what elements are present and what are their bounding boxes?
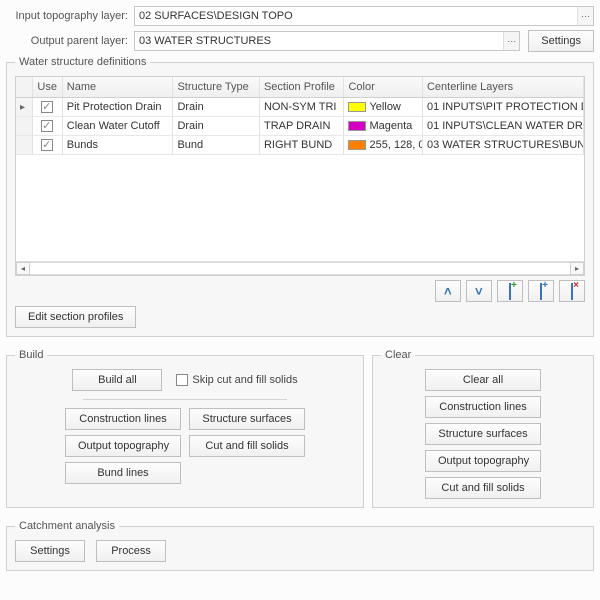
scroll-track[interactable] (30, 262, 570, 275)
catchment-settings-button[interactable]: Settings (15, 540, 85, 562)
color-name: 255, 128, 0 (369, 139, 422, 151)
cell-use[interactable] (32, 98, 62, 117)
color-swatch-icon (348, 140, 366, 150)
col-section-profile[interactable]: Section Profile (259, 77, 344, 97)
cell-type[interactable]: Bund (173, 135, 260, 154)
clear-group: Clear Clear all Construction lines Struc… (372, 349, 594, 508)
cell-use[interactable] (32, 116, 62, 135)
settings-button[interactable]: Settings (528, 30, 594, 52)
cell-type[interactable]: Drain (173, 116, 260, 135)
scroll-right-icon[interactable]: ▸ (570, 262, 584, 275)
row-indicator: ▸ (16, 98, 32, 117)
cell-centerline[interactable]: 01 INPUTS\PIT PROTECTION DRAIN (422, 98, 583, 117)
color-swatch-icon (348, 102, 366, 112)
clear-cut-and-fill-button[interactable]: Cut and fill solids (425, 477, 541, 499)
divider (83, 399, 287, 400)
output-parent-combo[interactable]: ⋯ (134, 31, 520, 51)
checkbox-icon (41, 120, 53, 132)
color-name: Yellow (369, 101, 400, 113)
build-construction-lines-button[interactable]: Construction lines (65, 408, 181, 430)
build-bund-lines-button[interactable]: Bund lines (65, 462, 181, 484)
cell-section[interactable]: NON-SYM TRI (259, 98, 344, 117)
row-indicator (16, 116, 32, 135)
cell-name[interactable]: Bunds (62, 135, 173, 154)
table-add-icon: + (509, 284, 511, 299)
insert-row-button[interactable]: + (528, 280, 554, 302)
clear-legend: Clear (381, 349, 415, 361)
output-parent-label: Output parent layer: (6, 35, 134, 47)
cell-name[interactable]: Clean Water Cutoff (62, 116, 173, 135)
table-delete-icon: × (571, 284, 573, 299)
cell-color[interactable]: 255, 128, 0 (344, 135, 422, 154)
cell-type[interactable]: Drain (173, 98, 260, 117)
cell-use[interactable] (32, 135, 62, 154)
output-parent-field[interactable] (134, 31, 520, 51)
input-topography-combo[interactable]: ⋯ (134, 6, 594, 26)
table-row[interactable]: Clean Water Cutoff Drain TRAP DRAIN Mage… (16, 116, 584, 135)
color-name: Magenta (369, 120, 412, 132)
build-output-topography-button[interactable]: Output topography (65, 435, 181, 457)
build-group: Build Build all Skip cut and fill solids… (6, 349, 364, 508)
cell-color[interactable]: Magenta (344, 116, 422, 135)
table-insert-icon: + (540, 284, 542, 299)
skip-cut-fill-label: Skip cut and fill solids (192, 374, 297, 386)
table-row[interactable]: Bunds Bund RIGHT BUND 255, 128, 0 03 WAT… (16, 135, 584, 154)
checkbox-icon (41, 139, 53, 151)
clear-construction-lines-button[interactable]: Construction lines (425, 396, 541, 418)
skip-cut-fill-checkbox[interactable]: Skip cut and fill solids (176, 374, 297, 386)
cell-name[interactable]: Pit Protection Drain (62, 98, 173, 117)
cell-color[interactable]: Yellow (344, 98, 422, 117)
catchment-legend: Catchment analysis (15, 520, 119, 532)
build-structure-surfaces-button[interactable]: Structure surfaces (189, 408, 305, 430)
build-all-button[interactable]: Build all (72, 369, 162, 391)
definitions-legend: Water structure definitions (15, 56, 150, 68)
cell-centerline[interactable]: 03 WATER STRUCTURES\BUND LINES (422, 135, 583, 154)
grid-horizontal-scrollbar[interactable]: ◂ ▸ (16, 261, 584, 275)
cell-centerline[interactable]: 01 INPUTS\CLEAN WATER DRAIN (422, 116, 583, 135)
input-topography-label: Input topography layer: (6, 10, 134, 22)
catchment-process-button[interactable]: Process (96, 540, 166, 562)
checkbox-empty-icon (176, 374, 188, 386)
col-centerline[interactable]: Centerline Layers (422, 77, 583, 97)
clear-all-button[interactable]: Clear all (425, 369, 541, 391)
col-name[interactable]: Name (62, 77, 173, 97)
cell-section[interactable]: TRAP DRAIN (259, 116, 344, 135)
color-swatch-icon (348, 121, 366, 131)
definitions-grid[interactable]: Use Name Structure Type Section Profile … (15, 76, 585, 276)
edit-section-profiles-button[interactable]: Edit section profiles (15, 306, 136, 328)
scroll-left-icon[interactable]: ◂ (16, 262, 30, 275)
col-color[interactable]: Color (344, 77, 422, 97)
move-down-button[interactable]: ˅ (466, 280, 492, 302)
clear-structure-surfaces-button[interactable]: Structure surfaces (425, 423, 541, 445)
build-cut-and-fill-button[interactable]: Cut and fill solids (189, 435, 305, 457)
add-row-button[interactable]: + (497, 280, 523, 302)
clear-output-topography-button[interactable]: Output topography (425, 450, 541, 472)
chevron-up-icon: ˄ (444, 284, 452, 299)
row-indicator (16, 135, 32, 154)
cell-section[interactable]: RIGHT BUND (259, 135, 344, 154)
grid-corner (16, 77, 32, 97)
definitions-group: Water structure definitions Use Name Str… (6, 56, 594, 337)
output-parent-browse[interactable]: ⋯ (503, 32, 519, 50)
catchment-group: Catchment analysis Settings Process (6, 520, 594, 571)
chevron-down-icon: ˅ (475, 284, 483, 299)
checkbox-icon (41, 101, 53, 113)
build-legend: Build (15, 349, 47, 361)
input-topography-field[interactable] (134, 6, 594, 26)
move-up-button[interactable]: ˄ (435, 280, 461, 302)
col-structure-type[interactable]: Structure Type (173, 77, 260, 97)
delete-row-button[interactable]: × (559, 280, 585, 302)
col-use[interactable]: Use (32, 77, 62, 97)
table-row[interactable]: ▸ Pit Protection Drain Drain NON-SYM TRI… (16, 98, 584, 117)
input-topography-browse[interactable]: ⋯ (577, 7, 593, 25)
